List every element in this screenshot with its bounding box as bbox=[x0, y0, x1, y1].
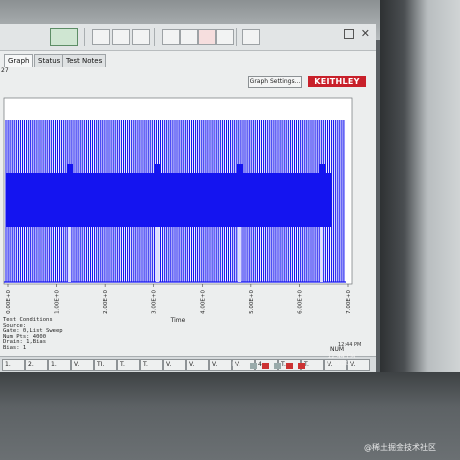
series-spike bbox=[237, 164, 243, 174]
minimize-icon[interactable] bbox=[344, 29, 354, 39]
series-gap bbox=[238, 227, 241, 282]
series-spike bbox=[319, 164, 325, 174]
taskbar-item[interactable]: 1. bbox=[48, 359, 71, 371]
x-axis-label: Time bbox=[170, 317, 186, 322]
x-tick-label: 3.00E+0 bbox=[152, 290, 158, 314]
tool-icon[interactable] bbox=[298, 363, 305, 369]
undo-icon[interactable] bbox=[216, 29, 234, 45]
clock[interactable]: 12:44 PM 12/5/2022 bbox=[326, 353, 357, 367]
toolbar: ✕ bbox=[0, 24, 376, 51]
toolbar-separator bbox=[236, 28, 237, 46]
watermark: @稀土掘金技术社区 bbox=[364, 443, 436, 452]
test-conditions-line: Bias: 1 bbox=[3, 344, 27, 351]
time-plot: 0.00E+0 1.00E+0 2.00E+0 3.00E+0 4.00E+0 5.00E… bbox=[3, 97, 353, 322]
copy-icon[interactable] bbox=[132, 29, 150, 45]
test-conditions-panel: Test Conditions Source: Gate: 0,List Swe… bbox=[3, 317, 63, 351]
monitor-screen: ✕ Graph Status Test Notes 27 Graph Setti… bbox=[0, 24, 376, 372]
taskbar-item[interactable]: TI. bbox=[94, 359, 117, 371]
close-icon[interactable]: ✕ bbox=[361, 27, 370, 40]
taskbar-item[interactable]: T. bbox=[117, 359, 140, 371]
keithley-logo: KEITHLEY bbox=[308, 76, 366, 87]
graph-settings-button[interactable]: Graph Settings... bbox=[248, 76, 302, 88]
security-icon[interactable] bbox=[262, 363, 269, 369]
series-dense-band bbox=[6, 173, 332, 227]
x-tick-label: 5.00E+0 bbox=[249, 290, 255, 314]
delete-icon[interactable] bbox=[198, 29, 216, 45]
graph-view-icon[interactable] bbox=[50, 28, 78, 46]
taskbar-item[interactable]: V. bbox=[71, 359, 94, 371]
tab-test-notes[interactable]: Test Notes bbox=[62, 54, 107, 67]
monitor-bezel-right bbox=[380, 0, 460, 395]
x-tick-label: 1.00E+0 bbox=[55, 290, 61, 314]
help-icon[interactable] bbox=[242, 29, 260, 45]
clock-date: 12/5/2022 bbox=[326, 360, 357, 367]
taskbar-item[interactable]: V. bbox=[186, 359, 209, 371]
taskbar-item[interactable]: 1. bbox=[2, 359, 25, 371]
taskbar-item[interactable]: T. bbox=[140, 359, 163, 371]
x-tick-label: 4.00E+0 bbox=[200, 290, 206, 314]
clock-time: 12:44 PM bbox=[327, 353, 356, 360]
series-spike bbox=[67, 164, 73, 174]
series-gap bbox=[156, 227, 159, 282]
x-tick-label: 6.00E+0 bbox=[297, 290, 303, 314]
toolbar-separator bbox=[154, 28, 155, 46]
series-spike bbox=[155, 164, 161, 174]
print-icon[interactable] bbox=[180, 29, 198, 45]
language-indicator[interactable]: EN bbox=[232, 361, 240, 368]
taskbar-item[interactable]: 2. bbox=[25, 359, 48, 371]
tab-bar: Graph Status Test Notes bbox=[0, 54, 376, 67]
alert-icon[interactable] bbox=[286, 363, 293, 369]
x-tick-label: 0.00E+0 bbox=[6, 290, 12, 314]
taskbar-item[interactable]: V. bbox=[163, 359, 186, 371]
network-icon[interactable] bbox=[250, 363, 257, 369]
num-lock-indicator: NUM bbox=[330, 346, 345, 353]
arrow-icon[interactable] bbox=[112, 29, 130, 45]
x-tick-label: 2.00E+0 bbox=[103, 290, 109, 314]
volume-icon[interactable] bbox=[274, 363, 281, 369]
series-gap bbox=[320, 227, 323, 282]
toolbar-separator bbox=[84, 28, 85, 46]
folder-icon[interactable] bbox=[162, 29, 180, 45]
tab-status[interactable]: Status bbox=[34, 54, 65, 67]
row-number: 27 bbox=[1, 67, 9, 74]
x-tick-label: 7.00E+0 bbox=[346, 290, 352, 314]
series-gap bbox=[68, 227, 71, 282]
tab-graph[interactable]: Graph bbox=[4, 54, 34, 67]
save-icon[interactable] bbox=[92, 29, 110, 45]
